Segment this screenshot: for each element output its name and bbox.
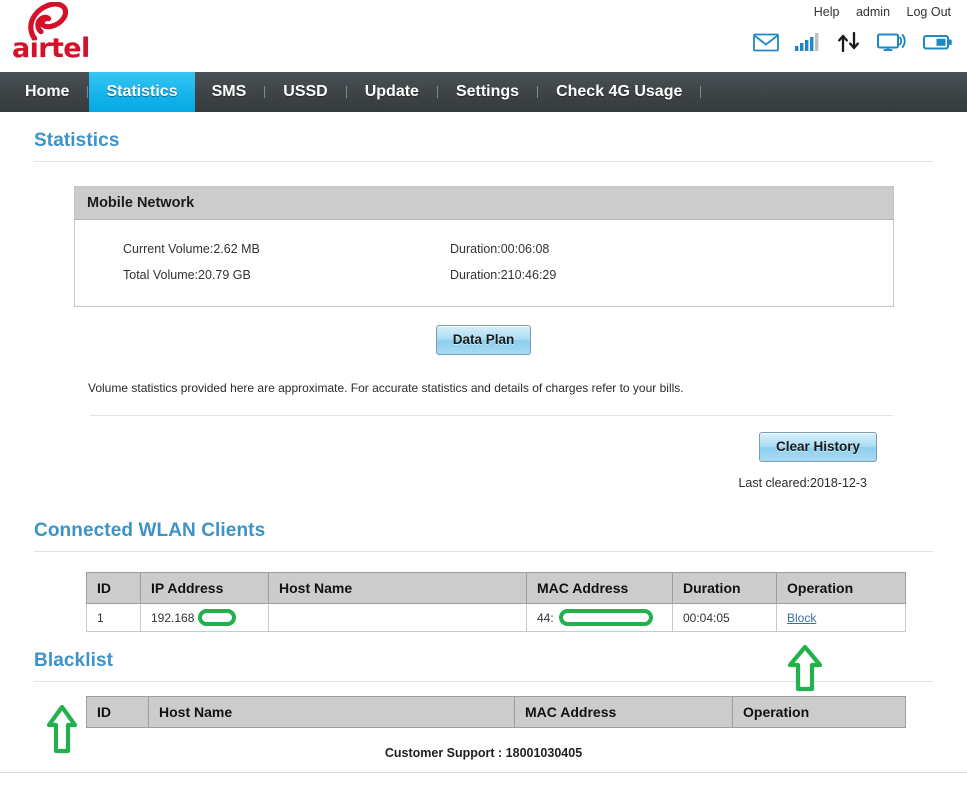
nav-item-statistics[interactable]: Statistics xyxy=(89,72,195,112)
signal-strength-icon[interactable] xyxy=(795,32,821,52)
content-divider xyxy=(90,415,893,416)
wlan-title-divider xyxy=(34,551,933,552)
nav-item-settings[interactable]: Settings xyxy=(439,72,536,112)
table-header-row: ID Host Name MAC Address Operation xyxy=(86,696,906,728)
blacklist-column-header-host-name: Host Name xyxy=(148,696,515,728)
current-volume-value: Current Volume:2.62 MB xyxy=(123,242,260,256)
cell-mac-address: 44: xyxy=(526,603,673,632)
nav-item-home[interactable]: Home xyxy=(8,72,86,112)
mac-address-value: 44: xyxy=(537,610,554,625)
blacklist-column-header-operation: Operation xyxy=(732,696,906,728)
page-title: Statistics xyxy=(34,130,120,151)
blacklist-column-header-id: ID xyxy=(86,696,149,728)
customer-support-text: Customer Support : 18001030405 xyxy=(384,746,583,760)
nav-separator xyxy=(345,86,347,98)
mobile-network-panel-title: Mobile Network xyxy=(75,187,893,220)
nav-separator xyxy=(436,86,438,98)
column-header-operation: Operation xyxy=(776,572,906,604)
column-header-duration: Duration xyxy=(672,572,777,604)
nav-item-sms[interactable]: SMS xyxy=(195,72,264,112)
table-row: 1 192.168 44: 00:04:05 Block xyxy=(86,603,906,632)
status-icon-tray xyxy=(753,32,953,52)
clear-history-button[interactable]: Clear History xyxy=(758,432,877,462)
battery-icon[interactable] xyxy=(923,32,953,52)
cell-operation: Block xyxy=(776,603,906,632)
column-header-ip-address: IP Address xyxy=(140,572,269,604)
main-navigation: Home Statistics SMS USSD Update Settings… xyxy=(0,72,967,112)
block-link[interactable]: Block xyxy=(787,611,816,625)
data-plan-button-wrap: Data Plan xyxy=(16,325,951,355)
blacklist-table: ID Host Name MAC Address Operation xyxy=(86,696,906,728)
stat-row: Current Volume:2.62 MB Duration:00:06:08 xyxy=(75,236,893,262)
data-plan-button[interactable]: Data Plan xyxy=(435,325,532,355)
connected-wlan-clients-table: ID IP Address Host Name MAC Address Dura… xyxy=(86,572,906,632)
footer-spacer xyxy=(0,773,967,791)
data-transfer-icon[interactable] xyxy=(837,32,861,52)
column-header-host-name: Host Name xyxy=(268,572,527,604)
log-out-link[interactable]: Log Out xyxy=(907,5,951,19)
connected-wlan-clients-title: Connected WLAN Clients xyxy=(34,520,266,541)
nav-separator xyxy=(264,86,266,98)
airtel-logo: airtel xyxy=(12,2,108,68)
volume-statistics-note: Volume statistics provided here are appr… xyxy=(88,381,684,395)
title-divider xyxy=(34,161,933,162)
page-content: Statistics Mobile Network Current Volume… xyxy=(0,130,967,728)
nav-separator xyxy=(537,86,539,98)
ip-address-value: 192.168 xyxy=(151,610,195,625)
mail-icon[interactable] xyxy=(753,32,779,52)
current-duration-value: Duration:00:06:08 xyxy=(450,242,550,256)
connected-wlan-clients-table-wrap: ID IP Address Host Name MAC Address Dura… xyxy=(86,572,906,632)
last-cleared-text: Last cleared:2018-12-3 xyxy=(738,476,867,490)
nav-separator xyxy=(87,86,89,98)
nav-separator xyxy=(700,86,702,98)
nav-item-check-4g-usage[interactable]: Check 4G Usage xyxy=(539,72,699,112)
mac-address-redaction xyxy=(558,609,653,626)
account-links: Help admin Log Out xyxy=(814,5,951,19)
mobile-network-panel-body: Current Volume:2.62 MB Duration:00:06:08… xyxy=(75,220,893,306)
ip-address-redaction xyxy=(198,609,237,626)
table-header-row: ID IP Address Host Name MAC Address Dura… xyxy=(86,572,906,604)
cell-ip-address: 192.168 xyxy=(140,603,269,632)
column-header-mac-address: MAC Address xyxy=(526,572,673,604)
total-duration-value: Duration:210:46:29 xyxy=(450,268,557,282)
stat-row: Total Volume:20.79 GB Duration:210:46:29 xyxy=(75,262,893,288)
nav-item-update[interactable]: Update xyxy=(348,72,436,112)
blacklist-table-wrap: ID Host Name MAC Address Operation xyxy=(86,696,906,728)
top-bar: airtel Help admin Log Out xyxy=(0,0,967,72)
wifi-monitor-icon[interactable] xyxy=(877,32,907,52)
blacklist-column-header-mac-address: MAC Address xyxy=(514,696,733,728)
total-volume-value: Total Volume:20.79 GB xyxy=(123,268,251,282)
column-header-id: ID xyxy=(86,572,141,604)
annotation-arrow-block xyxy=(787,644,823,692)
mobile-network-panel: Mobile Network Current Volume:2.62 MB Du… xyxy=(74,186,894,307)
cell-host-name xyxy=(268,603,527,632)
airtel-wordmark: airtel xyxy=(12,33,90,64)
cell-duration: 00:04:05 xyxy=(672,603,777,632)
clear-history-button-wrap: Clear History xyxy=(16,432,877,462)
nav-item-ussd[interactable]: USSD xyxy=(266,72,344,112)
account-name-link[interactable]: admin xyxy=(856,5,890,19)
help-link[interactable]: Help xyxy=(814,5,840,19)
cell-id: 1 xyxy=(86,603,141,632)
page-footer: Customer Support : 18001030405 xyxy=(0,746,967,791)
